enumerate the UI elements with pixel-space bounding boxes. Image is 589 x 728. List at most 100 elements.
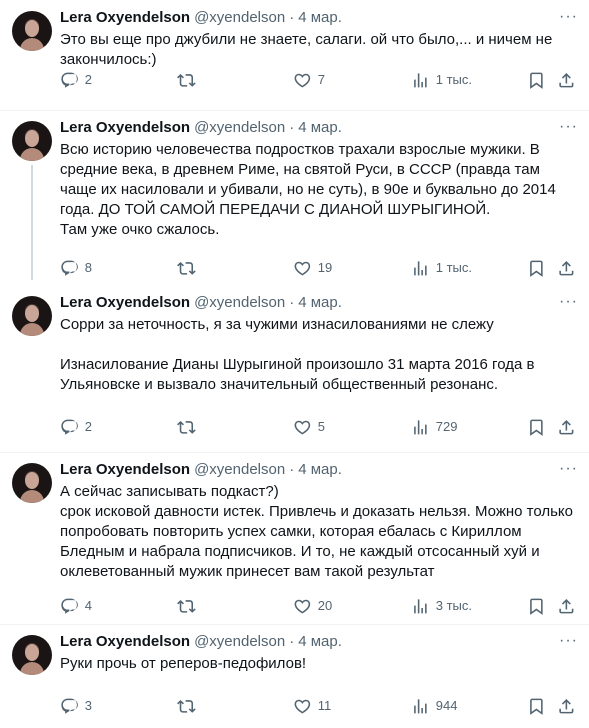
reply-bubble-icon [61, 598, 78, 614]
retweet-arrows-icon [177, 261, 196, 275]
avatar[interactable] [12, 121, 52, 161]
reply-count: 4 [84, 598, 92, 613]
avatar[interactable] [12, 11, 52, 51]
avatar[interactable] [12, 463, 52, 503]
tweet-actions: 8 19 1 тыс. [60, 258, 580, 278]
tweet-date[interactable]: 4 мар. [298, 9, 342, 26]
share-button[interactable] [557, 70, 576, 90]
more-dots-icon[interactable]: ··· [559, 461, 577, 478]
like-count: 11 [317, 698, 332, 713]
like-button[interactable]: 20 [293, 596, 332, 616]
reply-count: 3 [84, 698, 92, 713]
share-upload-icon [559, 419, 574, 435]
like-button[interactable]: 11 [293, 696, 331, 716]
views-count: 944 [435, 698, 458, 713]
bookmark-button[interactable] [527, 258, 546, 278]
author-handle[interactable]: @xyendelson [194, 633, 285, 650]
views-button[interactable]: 944 [411, 696, 457, 716]
retweet-arrows-icon [177, 699, 196, 713]
bookmark-icon [530, 419, 543, 436]
share-button[interactable] [557, 696, 576, 716]
retweet-arrows-icon [177, 73, 196, 87]
avatar[interactable] [12, 635, 52, 675]
reply-bubble-icon [61, 698, 78, 714]
tweet[interactable]: Lera Oxyendelson @xyendelson · 4 мар. ··· Эт… [0, 0, 589, 111]
author-name[interactable]: Lera Oxyendelson [60, 9, 190, 26]
views-button[interactable]: 1 тыс. [411, 70, 472, 90]
views-button[interactable]: 3 тыс. [411, 596, 472, 616]
like-button[interactable]: 19 [293, 258, 332, 278]
tweet[interactable]: Lera Oxyendelson @xyendelson · 4 мар. ··· Ру… [0, 624, 589, 728]
reply-count: 2 [84, 72, 92, 87]
tweet-date[interactable]: 4 мар. [298, 294, 342, 311]
tweet-header: Lera Oxyendelson @xyendelson · 4 мар. [60, 118, 549, 138]
more-dots-icon[interactable]: ··· [559, 9, 577, 26]
views-bar-chart-icon [414, 260, 427, 276]
reply-button[interactable]: 3 [60, 696, 92, 716]
retweet-button[interactable] [177, 417, 202, 437]
bookmark-button[interactable] [527, 417, 546, 437]
bookmark-icon [530, 260, 543, 277]
views-button[interactable]: 729 [411, 417, 457, 437]
reply-button[interactable]: 8 [60, 258, 92, 278]
tweet-date[interactable]: 4 мар. [298, 633, 342, 650]
tweet-header: Lera Oxyendelson @xyendelson · 4 мар. [60, 293, 549, 313]
retweet-button[interactable] [177, 70, 202, 90]
author-name[interactable]: Lera Oxyendelson [60, 294, 190, 311]
heart-icon [294, 699, 311, 714]
bookmark-icon [530, 598, 543, 615]
reply-button[interactable]: 2 [60, 417, 92, 437]
tweet-header: Lera Oxyendelson @xyendelson · 4 мар. [60, 8, 549, 28]
heart-icon [294, 261, 311, 276]
retweet-arrows-icon [177, 599, 196, 613]
bookmark-button[interactable] [527, 596, 546, 616]
author-name[interactable]: Lera Oxyendelson [60, 119, 190, 136]
retweet-arrows-icon [177, 420, 196, 434]
separator-dot: · [289, 461, 295, 478]
views-count: 729 [435, 419, 458, 434]
more-dots-icon[interactable]: ··· [559, 119, 577, 136]
views-count: 3 тыс. [435, 598, 473, 613]
reply-button[interactable]: 4 [60, 596, 92, 616]
retweet-button[interactable] [177, 258, 202, 278]
share-upload-icon [559, 598, 574, 614]
tweet-date[interactable]: 4 мар. [298, 119, 342, 136]
tweet[interactable]: Lera Oxyendelson @xyendelson · 4 мар. ··· А … [0, 452, 589, 625]
share-button[interactable] [557, 596, 576, 616]
views-bar-chart-icon [414, 72, 427, 88]
bookmark-button[interactable] [527, 70, 546, 90]
more-dots-icon[interactable]: ··· [559, 294, 577, 311]
retweet-button[interactable] [177, 696, 202, 716]
author-handle[interactable]: @xyendelson [194, 294, 285, 311]
share-button[interactable] [557, 417, 576, 437]
like-count: 5 [317, 419, 325, 434]
author-handle[interactable]: @xyendelson [194, 119, 285, 136]
author-handle[interactable]: @xyendelson [194, 461, 285, 478]
tweet-text: А сейчас записывать подкаст?) срок исков… [60, 483, 574, 580]
reply-button[interactable]: 2 [60, 70, 92, 90]
more-dots-icon[interactable]: ··· [559, 633, 577, 650]
share-button[interactable] [557, 258, 576, 278]
separator-dot: · [289, 119, 295, 136]
tweet-header: Lera Oxyendelson @xyendelson · 4 мар. [60, 632, 549, 652]
bookmark-icon [530, 72, 543, 89]
like-count: 7 [317, 72, 325, 87]
like-button[interactable]: 7 [293, 70, 325, 90]
tweet[interactable]: Lera Oxyendelson @xyendelson · 4 мар. ··· Со… [0, 285, 589, 453]
retweet-button[interactable] [177, 596, 202, 616]
separator-dot: · [289, 294, 295, 311]
views-bar-chart-icon [414, 419, 427, 435]
share-upload-icon [559, 698, 574, 714]
tweet-text: Сорри за неточность, я за чужими изнасил… [60, 316, 535, 393]
tweet[interactable]: Lera Oxyendelson @xyendelson · 4 мар. ··· Вс… [0, 110, 589, 285]
tweet-date[interactable]: 4 мар. [298, 461, 342, 478]
views-button[interactable]: 1 тыс. [411, 258, 472, 278]
author-handle[interactable]: @xyendelson [194, 9, 285, 26]
views-bar-chart-icon [414, 698, 427, 714]
heart-icon [294, 599, 311, 614]
author-name[interactable]: Lera Oxyendelson [60, 633, 190, 650]
like-button[interactable]: 5 [293, 417, 325, 437]
author-name[interactable]: Lera Oxyendelson [60, 461, 190, 478]
bookmark-button[interactable] [527, 696, 546, 716]
avatar[interactable] [12, 296, 52, 336]
